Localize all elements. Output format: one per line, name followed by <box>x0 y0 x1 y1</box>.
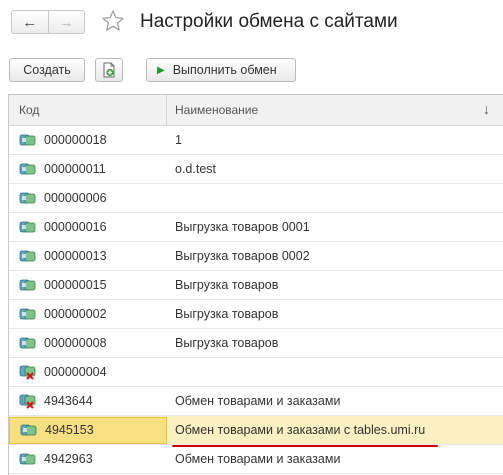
cell-name[interactable]: Выгрузка товаров 0001 <box>167 220 503 234</box>
exchange-node-icon <box>19 248 37 264</box>
run-exchange-label: Выполнить обмен <box>172 63 277 77</box>
exchange-node-icon <box>19 219 37 235</box>
cell-name[interactable]: Обмен товарами и заказами <box>167 394 503 408</box>
column-header-name[interactable]: Наименование ↓ <box>167 95 503 125</box>
cell-code[interactable]: 000000004 <box>9 364 167 380</box>
cell-name-text: o.d.test <box>175 162 216 176</box>
cell-name[interactable]: Обмен товарами и заказами с tables.umi.r… <box>167 423 503 447</box>
cell-name[interactable]: Обмен товарами и заказами <box>167 452 503 466</box>
exchange-node-deleted-icon <box>19 364 37 380</box>
cell-code[interactable]: 000000006 <box>9 190 167 206</box>
exchange-node-icon <box>19 190 37 206</box>
cell-name[interactable]: Выгрузка товаров <box>167 307 503 321</box>
table-row[interactable]: 4943644 Обмен товарами и заказами <box>9 387 503 416</box>
cell-code[interactable]: 000000011 <box>9 161 167 177</box>
cell-code-text: 000000008 <box>44 336 107 350</box>
cell-code[interactable]: 000000008 <box>9 335 167 351</box>
column-header-code[interactable]: Код <box>9 95 167 125</box>
table-row[interactable]: 000000011 o.d.test <box>9 155 503 184</box>
star-icon <box>102 10 124 31</box>
cell-name-text: Выгрузка товаров <box>175 336 279 350</box>
forward-button[interactable]: → <box>49 11 85 33</box>
cell-code-text: 000000011 <box>44 162 106 176</box>
create-button[interactable]: Создать <box>9 58 85 82</box>
copy-button[interactable] <box>95 58 123 82</box>
cell-code-text: 000000006 <box>44 191 107 205</box>
table-row[interactable]: 000000002 Выгрузка товаров <box>9 300 503 329</box>
cell-code-text: 000000018 <box>44 133 107 147</box>
cell-name-text: 1 <box>175 133 182 147</box>
cell-code[interactable]: 000000002 <box>9 306 167 322</box>
table-row[interactable]: 4942963 Обмен товарами и заказами <box>9 445 503 474</box>
table-row[interactable]: 000000015 Выгрузка товаров <box>9 271 503 300</box>
exchange-node-icon <box>20 422 38 438</box>
cell-name-text: Обмен товарами и заказами с tables.umi.r… <box>175 423 426 437</box>
exchange-node-icon <box>19 161 37 177</box>
cell-code[interactable]: 4945153 <box>9 416 167 444</box>
back-button[interactable]: ← <box>12 11 49 33</box>
cell-code[interactable]: 000000015 <box>9 277 167 293</box>
sort-arrow-down-icon: ↓ <box>483 101 490 117</box>
table-row[interactable]: 000000018 1 <box>9 126 503 155</box>
cell-code-text: 000000016 <box>44 220 107 234</box>
table-body: 000000018 1 000000011 o.d.test 000000006 0000… <box>9 126 503 474</box>
cell-code-text: 4943644 <box>44 394 93 408</box>
cell-name-text: Обмен товарами и заказами <box>175 452 341 466</box>
table-row[interactable]: 000000016 Выгрузка товаров 0001 <box>9 213 503 242</box>
table-row[interactable]: 4945153 Обмен товарами и заказами с table… <box>9 416 503 447</box>
cell-name[interactable]: Выгрузка товаров 0002 <box>167 249 503 263</box>
page-title: Настройки обмена с сайтами <box>140 11 398 32</box>
column-header-code-label: Код <box>19 103 40 117</box>
arrow-left-icon: ← <box>22 13 38 31</box>
cell-name-text: Выгрузка товаров 0001 <box>175 220 310 234</box>
cell-code-text: 000000002 <box>44 307 107 321</box>
cell-code-text: 000000004 <box>44 365 107 379</box>
cell-name-text: Выгрузка товаров <box>175 278 279 292</box>
cell-name-text: Выгрузка товаров <box>175 307 279 321</box>
arrow-right-icon: → <box>58 13 74 31</box>
cell-code[interactable]: 000000018 <box>9 132 167 148</box>
table-row[interactable]: 000000004 <box>9 358 503 387</box>
exchange-node-icon <box>19 132 37 148</box>
cell-name[interactable]: Выгрузка товаров <box>167 336 503 350</box>
copy-document-icon <box>103 62 115 78</box>
table-row[interactable]: 000000013 Выгрузка товаров 0002 <box>9 242 503 271</box>
cell-name[interactable]: Выгрузка товаров <box>167 278 503 292</box>
play-icon: ▶ <box>157 64 165 76</box>
cell-code[interactable]: 000000013 <box>9 248 167 264</box>
navigation-buttons: ← → <box>11 10 85 34</box>
table-header: Код Наименование ↓ <box>9 95 503 126</box>
cell-name[interactable]: 1 <box>167 133 503 147</box>
exchange-settings-table: Код Наименование ↓ 000000018 1 000000011 o.… <box>8 94 503 475</box>
exchange-node-icon <box>19 306 37 322</box>
window-header: ← → Настройки обмена с сайтами <box>0 0 503 50</box>
toolbar: Создать ▶ Выполнить обмен <box>0 58 503 86</box>
cell-code-text: 4945153 <box>45 423 94 437</box>
favorite-button[interactable] <box>100 8 126 34</box>
cell-code-text: 4942963 <box>44 452 93 466</box>
cell-code[interactable]: 4943644 <box>9 393 167 409</box>
exchange-node-icon <box>19 277 37 293</box>
cell-name-text: Обмен товарами и заказами <box>175 394 341 408</box>
cell-code-text: 000000013 <box>44 249 107 263</box>
exchange-node-deleted-icon <box>19 393 37 409</box>
cell-name[interactable]: o.d.test <box>167 162 503 176</box>
table-row[interactable]: 000000006 <box>9 184 503 213</box>
create-button-label: Создать <box>23 63 71 77</box>
cell-code[interactable]: 4942963 <box>9 451 167 467</box>
cell-code[interactable]: 000000016 <box>9 219 167 235</box>
table-row[interactable]: 000000008 Выгрузка товаров <box>9 329 503 358</box>
exchange-node-icon <box>19 335 37 351</box>
column-header-name-label: Наименование <box>175 103 259 117</box>
cell-code-text: 000000015 <box>44 278 107 292</box>
run-exchange-button[interactable]: ▶ Выполнить обмен <box>146 58 296 82</box>
exchange-node-icon <box>19 451 37 467</box>
cell-name-text: Выгрузка товаров 0002 <box>175 249 310 263</box>
